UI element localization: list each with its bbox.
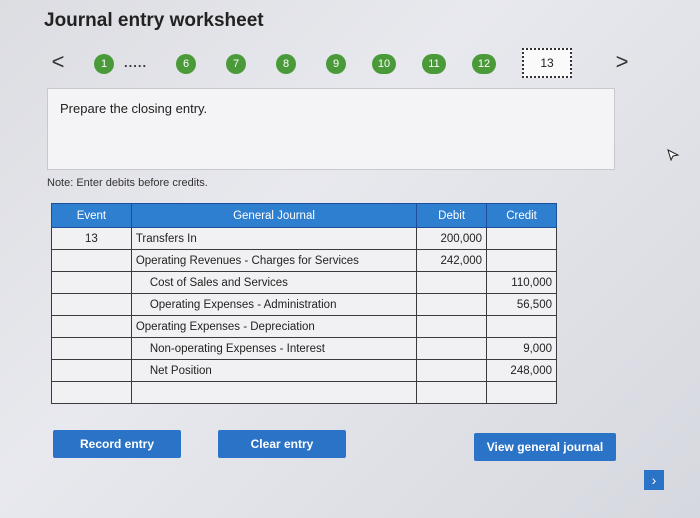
debit-cell[interactable] <box>416 381 488 404</box>
header-event: Event <box>51 203 132 228</box>
account-cell[interactable]: Operating Expenses - Depreciation <box>130 315 418 338</box>
table-row: Non-operating Expenses - Interest 9,000 <box>51 337 557 360</box>
record-entry-button[interactable]: Record entry <box>53 430 181 458</box>
clear-entry-button[interactable]: Clear entry <box>218 430 346 458</box>
prompt-text: Prepare the closing entry. <box>60 101 208 116</box>
step-9-button[interactable]: 9 <box>326 54 346 74</box>
account-cell[interactable]: Cost of Sales and Services <box>130 271 418 294</box>
credit-cell[interactable] <box>486 227 557 250</box>
credit-cell[interactable] <box>486 315 557 338</box>
table-header-row: Event General Journal Debit Credit <box>51 203 557 228</box>
event-cell <box>51 293 132 316</box>
journal-worksheet-page: Journal entry worksheet < 1 ..... 6 7 8 … <box>0 0 700 518</box>
debit-cell[interactable]: 200,000 <box>416 227 488 250</box>
credit-cell[interactable]: 110,000 <box>486 271 557 294</box>
mouse-cursor-icon <box>666 148 680 162</box>
step-8-button[interactable]: 8 <box>276 54 296 74</box>
debit-cell[interactable] <box>416 315 488 338</box>
event-cell <box>51 249 132 272</box>
header-debit: Debit <box>416 203 488 228</box>
event-cell: 13 <box>51 227 132 250</box>
header-credit: Credit <box>486 203 557 228</box>
debit-cell[interactable] <box>416 271 488 294</box>
credit-cell[interactable] <box>486 381 557 404</box>
note-text: Note: Enter debits before credits. <box>47 177 208 189</box>
prev-arrow-icon[interactable]: < <box>48 50 68 74</box>
credit-cell[interactable] <box>486 249 557 272</box>
view-general-journal-button[interactable]: View general journal <box>474 433 616 461</box>
table-row: Net Position 248,000 <box>51 359 557 382</box>
table-row: Operating Expenses - Administration 56,5… <box>51 293 557 316</box>
debit-cell[interactable] <box>416 359 488 382</box>
step-1-button[interactable]: 1 <box>94 54 114 74</box>
page-title: Journal entry worksheet <box>44 10 264 31</box>
step-13-current[interactable]: 13 <box>522 48 572 78</box>
header-general-journal: General Journal <box>130 203 418 228</box>
debit-cell[interactable] <box>416 293 488 316</box>
table-row: Operating Expenses - Depreciation <box>51 315 557 338</box>
credit-cell[interactable]: 9,000 <box>486 337 557 360</box>
account-cell[interactable]: Operating Revenues - Charges for Service… <box>130 249 418 272</box>
table-row: 13 Transfers In 200,000 <box>51 227 557 250</box>
next-tab-icon[interactable]: › <box>644 470 664 490</box>
account-cell[interactable]: Non-operating Expenses - Interest <box>130 337 418 360</box>
event-cell <box>51 359 132 382</box>
prompt-box: Prepare the closing entry. <box>47 88 615 170</box>
account-cell[interactable]: Transfers In <box>130 227 418 250</box>
step-11-button[interactable]: 11 <box>422 54 446 74</box>
step-12-button[interactable]: 12 <box>472 54 496 74</box>
step-6-button[interactable]: 6 <box>176 54 196 74</box>
debit-cell[interactable]: 242,000 <box>416 249 488 272</box>
event-cell <box>51 315 132 338</box>
account-cell[interactable]: Net Position <box>130 359 418 382</box>
event-cell <box>51 271 132 294</box>
credit-cell[interactable]: 56,500 <box>486 293 557 316</box>
journal-table: Event General Journal Debit Credit 13 Tr… <box>51 203 557 404</box>
event-cell <box>51 337 132 360</box>
table-row <box>51 381 557 404</box>
credit-cell[interactable]: 248,000 <box>486 359 557 382</box>
step-10-button[interactable]: 10 <box>372 54 396 74</box>
table-row: Cost of Sales and Services 110,000 <box>51 271 557 294</box>
debit-cell[interactable] <box>416 337 488 360</box>
event-cell <box>51 381 132 404</box>
account-cell[interactable] <box>130 381 418 404</box>
next-arrow-icon[interactable]: > <box>612 50 632 74</box>
table-row: Operating Revenues - Charges for Service… <box>51 249 557 272</box>
steps-ellipsis: ..... <box>124 55 148 70</box>
step-7-button[interactable]: 7 <box>226 54 246 74</box>
account-cell[interactable]: Operating Expenses - Administration <box>130 293 418 316</box>
